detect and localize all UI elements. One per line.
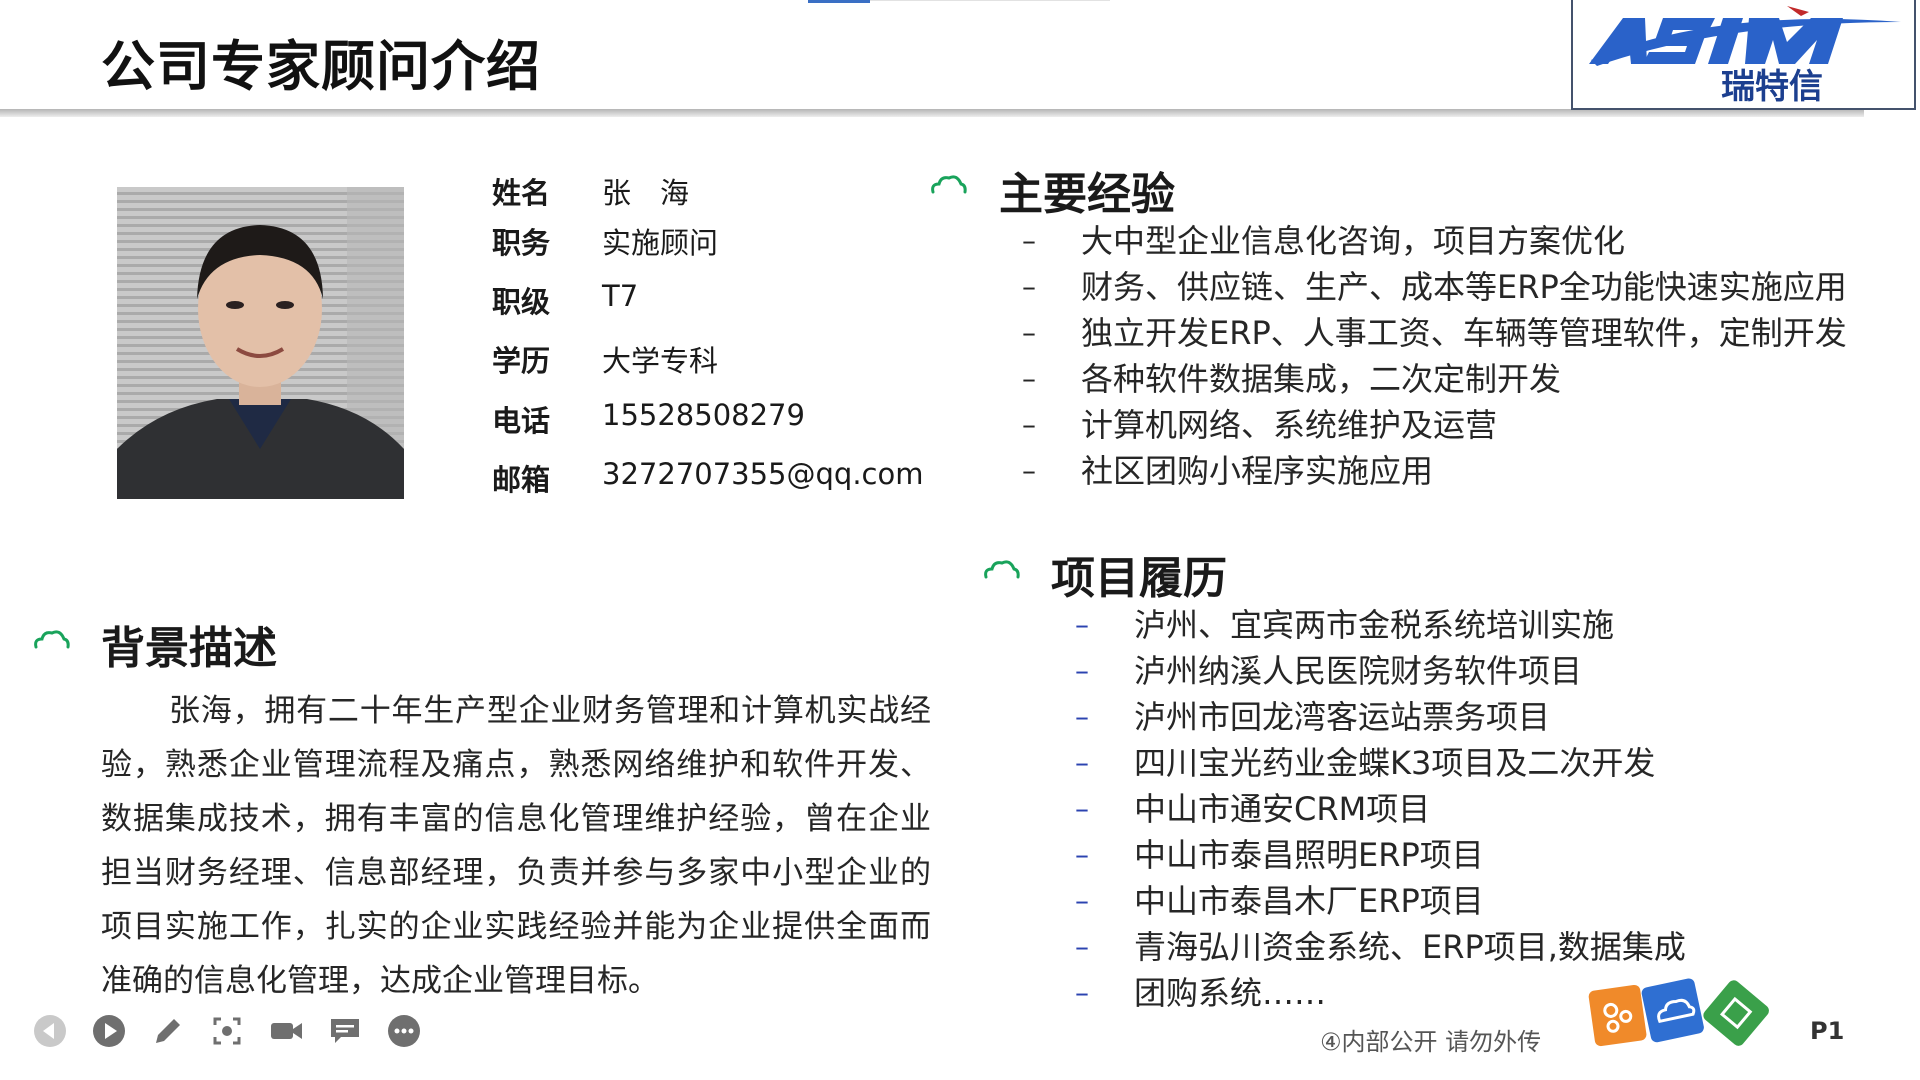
- comment-icon[interactable]: [325, 1011, 365, 1051]
- bullet-dash: –: [1075, 976, 1089, 1009]
- experience-heading: 主要经验: [999, 169, 1175, 220]
- tab-marker: [808, 0, 870, 3]
- slide: 公司专家顾问介绍 瑞特信 姓名 张 海 职务 实施顾问 职级 T7 学历 大学专…: [0, 0, 1920, 1080]
- bullet-dash: –: [1075, 884, 1089, 917]
- experience-item-text: 独立开发ERP、人事工资、车辆等管理软件，定制开发: [1081, 314, 1847, 352]
- projects-list: – 泸州、宜宾两市金税系统培训实施 – 泸州纳溪人民医院财务软件项目 – 泸州市回龙湾客运…: [1075, 602, 1835, 1022]
- screenshot-icon[interactable]: [207, 1011, 247, 1051]
- bullet-dash: –: [1075, 838, 1089, 871]
- bullet-dash: –: [1022, 408, 1036, 441]
- decorative-cubes-icon: [1588, 978, 1769, 1047]
- slide-title: 公司专家顾问介绍: [101, 35, 541, 98]
- phone-value: 15528508279: [602, 398, 805, 432]
- play-icon[interactable]: [89, 1011, 129, 1051]
- projects-heading: 项目履历: [1051, 553, 1227, 604]
- company-logo: 瑞特信: [1571, 0, 1916, 110]
- background-heading: 背景描述: [101, 623, 277, 674]
- project-item-text: 中山市泰昌照明ERP项目: [1134, 836, 1484, 874]
- project-item-text: 中山市通安CRM项目: [1134, 790, 1431, 828]
- phone-label: 电话: [492, 404, 551, 438]
- name-value: 张 海: [602, 176, 690, 210]
- footer-note: ④内部公开 请勿外传: [1320, 1028, 1542, 1056]
- bullet-dash: –: [1075, 930, 1089, 963]
- level-value: T7: [602, 279, 639, 313]
- bullet-dash: –: [1075, 792, 1089, 825]
- camera-icon[interactable]: [266, 1011, 306, 1051]
- project-item-text: 泸州市回龙湾客运站票务项目: [1134, 698, 1551, 736]
- email-label: 邮箱: [492, 463, 551, 497]
- more-icon[interactable]: [384, 1011, 424, 1051]
- consultant-photo: [117, 187, 404, 499]
- bullet-dash: –: [1022, 224, 1036, 257]
- position-label: 职务: [492, 226, 551, 260]
- experience-item-text: 财务、供应链、生产、成本等ERP全功能快速实施应用: [1081, 268, 1847, 306]
- level-label: 职级: [492, 285, 551, 319]
- bullet-dash: –: [1022, 316, 1036, 349]
- asim-logo-icon: 瑞特信: [1589, 6, 1901, 107]
- experience-item-text: 计算机网络、系统维护及运营: [1081, 406, 1498, 444]
- cloud-icon: [931, 175, 967, 194]
- bullet-dash: –: [1022, 270, 1036, 303]
- page-number: P1: [1810, 1017, 1845, 1045]
- experience-item-text: 社区团购小程序实施应用: [1081, 452, 1434, 490]
- pen-icon[interactable]: [148, 1011, 188, 1051]
- name-label: 姓名: [492, 176, 551, 210]
- bullet-dash: –: [1022, 454, 1036, 487]
- project-item-text: 青海弘川资金系统、ERP项目,数据集成: [1134, 928, 1686, 966]
- project-item-text: 中山市泰昌木厂ERP项目: [1134, 882, 1484, 920]
- bullet-dash: –: [1075, 608, 1089, 641]
- bullet-dash: –: [1075, 654, 1089, 687]
- header-divider: [0, 109, 1864, 117]
- experience-list: – 大中型企业信息化咨询，项目方案优化 – 财务、供应链、生产、成本等ERP全功能快速…: [1022, 218, 1872, 498]
- cloud-icon: [984, 560, 1020, 579]
- tab-marker-line: [870, 0, 1110, 1]
- project-item-text: 泸州、宜宾两市金税系统培训实施: [1134, 606, 1615, 644]
- project-item-text: 团购系统……: [1134, 974, 1327, 1012]
- project-item-text: 泸州纳溪人民医院财务软件项目: [1134, 652, 1583, 690]
- prev-icon[interactable]: [30, 1011, 70, 1051]
- education-label: 学历: [492, 344, 551, 378]
- email-value: 3272707355@qq.com: [602, 457, 924, 491]
- background-description: 张海，拥有二十年生产型企业财务管理和计算机实战经验，熟悉企业管理流程及痛点，熟悉…: [101, 693, 931, 999]
- bullet-dash: –: [1075, 700, 1089, 733]
- position-value: 实施顾问: [602, 226, 719, 260]
- logo-chinese-name: 瑞特信: [1721, 67, 1823, 107]
- experience-item-text: 大中型企业信息化咨询，项目方案优化: [1081, 222, 1626, 260]
- education-value: 大学专科: [602, 344, 719, 378]
- cloud-icon: [34, 630, 70, 649]
- bullet-dash: –: [1022, 362, 1036, 395]
- experience-item-text: 各种软件数据集成，二次定制开发: [1081, 360, 1562, 398]
- project-item-text: 四川宝光药业金蝶K3项目及二次开发: [1134, 744, 1656, 782]
- bullet-dash: –: [1075, 746, 1089, 779]
